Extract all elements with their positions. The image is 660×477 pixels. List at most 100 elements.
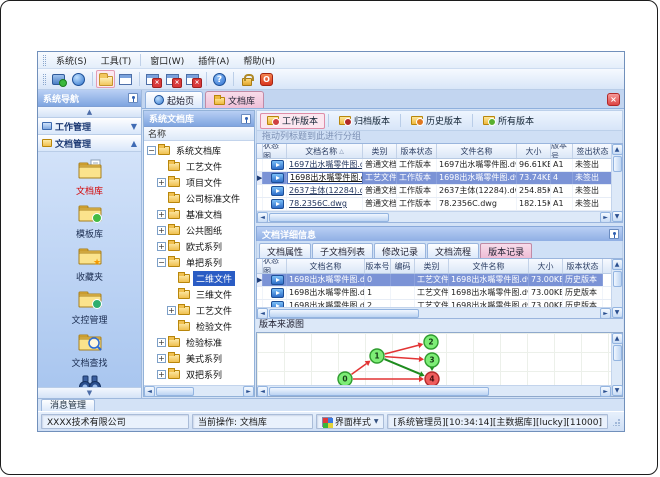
table-row[interactable]: ▶1698出水嘴零件图.dwg0工艺文件1698出水嘴零件图.dwg73.00K… [257,274,611,287]
tree-node[interactable]: + 项目文件 [144,174,254,190]
graph-vscrollbar[interactable]: ▲ ▼ [611,333,623,396]
tree-expander[interactable]: + [157,177,166,187]
tree-node[interactable]: 检验文件 [144,318,254,334]
scroll-left-button[interactable]: ◄ [144,385,155,397]
table-row[interactable]: 1698出水嘴零件图.dwg2工艺文件1698出水嘴零件图.dwg73.00KB… [257,300,611,307]
ui-style-selector[interactable]: 界面样式 ▼ [315,414,385,429]
column-header[interactable]: 状态图 [263,259,287,273]
column-header[interactable]: 版本状态 [397,144,437,158]
scroll-up-button[interactable]: ▲ [611,144,623,155]
version-filter-button-1[interactable]: 归档版本 [332,113,397,129]
table-row[interactable]: 2637主体(12284).dwg普通文档工作版本2637主体(12284).d… [257,185,611,198]
column-header[interactable]: 文档名称 △ [287,144,363,158]
column-header[interactable]: 类别 [363,144,397,158]
table-row[interactable]: 1698出水嘴零件图.dwg1工艺文件1698出水嘴零件图.dwg73.00KB… [257,287,611,300]
detail-tab-0[interactable]: 文档属性 [259,243,312,258]
tab-doc-library[interactable]: 文档库 [205,91,265,108]
tree-expander[interactable]: + [157,225,166,235]
table-row[interactable]: 1697出水嘴零件图.dwg普通文档工作版本1697出水嘴零件图.dwg96.6… [257,159,611,172]
sidebar-item-folder-search[interactable]: 文件夹查找 [38,372,141,387]
detail-tab-2[interactable]: 修改记录 [374,243,427,258]
tree-expander[interactable]: + [157,241,166,251]
scroll-up-button[interactable]: ▲ [611,333,623,344]
scroll-thumb[interactable] [269,386,489,396]
column-header[interactable]: 文档名称 [287,259,365,273]
column-header[interactable]: 文件名称 [437,144,517,158]
menu-item[interactable]: 工具(T) [94,53,139,68]
sidebar-scroll-down[interactable]: ▼ [38,387,141,398]
tree-node[interactable]: 工艺文件 [144,158,254,174]
tree-node[interactable]: + 双把系列 [144,366,254,382]
menu-item[interactable]: 系统(S) [49,53,94,68]
sidebar-group-work[interactable]: 工作管理 ▼ [38,118,141,135]
menu-item[interactable]: 帮助(H) [236,53,282,68]
version-filter-button-3[interactable]: 所有版本 [476,113,541,129]
toolbar-button-help-icon[interactable] [210,70,229,88]
table-row[interactable]: 78.2356C.dwg普通文档工作版本78.2356C.dwg182.15KB… [257,198,611,211]
work-table-vscrollbar[interactable]: ▲ ▼ [611,144,623,222]
toolbar-button-folder-icon[interactable] [96,70,115,88]
column-header[interactable]: 编码 [391,259,415,273]
version-table-vscrollbar[interactable]: ▲ ▼ [611,259,623,318]
column-header[interactable]: 状态图 [263,144,287,158]
menu-item[interactable]: 窗口(W) [143,53,191,68]
tree-expander[interactable]: + [157,337,166,347]
sidebar-item-doc-search[interactable]: 文档查找 [38,329,141,372]
scroll-down-button[interactable]: ▼ [611,211,623,222]
column-header[interactable]: 版本号 [365,259,391,273]
tab-start-page[interactable]: 起始页 [145,91,204,108]
tree-expander[interactable]: + [157,369,166,379]
scroll-down-button[interactable]: ▼ [611,307,623,318]
tree-expander[interactable]: + [167,305,176,315]
scroll-left-button[interactable]: ◄ [257,211,268,222]
tree-expander[interactable]: − [147,145,156,155]
sidebar-item-doc-library[interactable]: 文档库 [38,157,141,200]
tree-expander[interactable]: − [157,257,166,267]
toolbar-button-close-window-icon[interactable] [143,70,162,88]
scroll-thumb[interactable] [269,212,389,222]
version-table-hscrollbar[interactable]: ◄ ► [257,307,611,318]
scroll-right-button[interactable]: ► [600,211,611,222]
toolbar-button-close-other-icon[interactable] [183,70,202,88]
tree-column-header[interactable]: 名称 [144,127,254,141]
tree-node[interactable]: + 欧式系列 [144,238,254,254]
sidebar-item-template-library[interactable]: 模板库 [38,200,141,243]
graph-hscrollbar[interactable]: ◄ ► [257,385,611,397]
close-tab-button[interactable]: × [607,93,620,106]
sidebar-scroll-up[interactable]: ▲ [38,107,141,118]
version-filter-button-0[interactable]: 工作版本 [260,112,326,129]
pushpin-icon[interactable] [609,229,619,239]
resize-grip[interactable] [611,416,621,428]
column-header[interactable]: 版本号 [551,144,573,158]
column-header[interactable]: 大小 [529,259,563,273]
scroll-left-button[interactable]: ◄ [257,385,268,397]
message-manager-tab[interactable]: 消息管理 [41,399,96,411]
sidebar-group-doc[interactable]: 文档管理 ▲ [38,135,141,152]
tree-node[interactable]: + 工艺文件 [144,302,254,318]
table-row[interactable]: ▶1698出水嘴零件图.dwg工艺文件工作版本1698出水嘴零件图.dwg73.… [257,172,611,185]
toolbar-button-close-all-icon[interactable] [163,70,182,88]
tree-node[interactable]: + 公共图纸 [144,222,254,238]
scroll-down-button[interactable]: ▼ [611,385,623,396]
version-graph[interactable]: 0 1 2 3 4 [257,333,611,385]
work-table-hscrollbar[interactable]: ◄ ► [257,211,611,222]
scroll-thumb[interactable] [269,308,419,318]
scroll-thumb[interactable] [612,271,622,287]
menu-item[interactable]: 插件(A) [191,53,236,68]
toolbar-button-lock-icon[interactable] [237,70,256,88]
sidebar-item-favorites[interactable]: ★ 收藏夹 [38,243,141,286]
scroll-thumb[interactable] [612,345,622,361]
pushpin-icon[interactable] [128,93,138,103]
scroll-up-button[interactable]: ▲ [611,259,623,270]
tree-node[interactable]: 三维文件 [144,286,254,302]
tree-node[interactable]: − 系统文档库 [144,142,254,158]
tree-expander[interactable]: + [157,353,166,363]
sidebar-item-doc-control[interactable]: 文控管理 [38,286,141,329]
tree-node[interactable]: + 检验标准 [144,334,254,350]
tree-node[interactable]: 二维文件 [144,270,254,286]
detail-tab-1[interactable]: 子文档列表 [312,243,374,258]
scroll-thumb[interactable] [156,386,194,396]
detail-tab-4[interactable]: 版本记录 [480,243,533,258]
toolbar-button-globe-icon[interactable] [69,70,88,88]
scroll-right-button[interactable]: ► [243,385,254,397]
